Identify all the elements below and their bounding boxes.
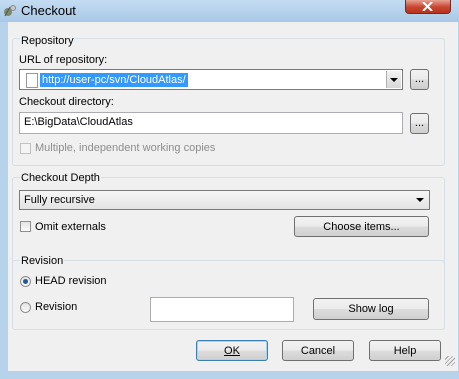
chevron-down-icon <box>416 198 424 202</box>
file-icon <box>26 73 38 88</box>
close-icon <box>422 2 433 11</box>
omit-externals-label: Omit externals <box>35 221 106 233</box>
dialog-client: Repository URL of repository: http://use… <box>8 22 458 371</box>
head-revision-radio[interactable] <box>20 276 31 287</box>
multiple-copies-checkbox[interactable] <box>20 143 31 154</box>
choose-items-button[interactable]: Choose items... <box>294 216 429 237</box>
revision-label: Revision <box>35 301 78 313</box>
dir-browse-button[interactable]: ... <box>410 113 429 134</box>
revision-group-label: Revision <box>20 255 65 267</box>
depth-select-value: Fully recursive <box>24 194 95 206</box>
checkout-dir-input[interactable]: E:\BigData\CloudAtlas <box>19 112 403 134</box>
show-log-button[interactable]: Show log <box>313 298 429 320</box>
revision-radio[interactable] <box>20 302 31 313</box>
revision-input[interactable] <box>150 297 294 322</box>
url-browse-button[interactable]: ... <box>410 69 429 90</box>
title-bar[interactable]: Checkout <box>0 0 459 22</box>
window-title: Checkout <box>21 3 76 18</box>
help-button[interactable]: Help <box>369 340 441 361</box>
ok-button[interactable]: OK <box>196 340 268 361</box>
url-label: URL of repository: <box>19 54 108 66</box>
depth-group-label: Checkout Depth <box>20 172 101 184</box>
url-combo[interactable]: http://user-pc/svn/CloudAtlas/ <box>19 69 403 90</box>
multiple-copies-label: Multiple, independent working copies <box>35 142 216 154</box>
checkout-dir-label: Checkout directory: <box>19 96 114 108</box>
ok-button-label: OK <box>224 345 240 357</box>
close-button[interactable] <box>405 0 451 14</box>
chevron-down-icon[interactable] <box>386 71 401 88</box>
resize-grip-icon[interactable] <box>445 356 455 366</box>
url-value[interactable]: http://user-pc/svn/CloudAtlas/ <box>40 73 188 87</box>
omit-externals-checkbox[interactable] <box>20 221 31 232</box>
cancel-button[interactable]: Cancel <box>282 340 354 361</box>
depth-select[interactable]: Fully recursive <box>19 190 430 210</box>
head-revision-label: HEAD revision <box>35 275 107 287</box>
repository-group-label: Repository <box>20 35 75 47</box>
tortoisesvn-icon <box>2 3 18 19</box>
